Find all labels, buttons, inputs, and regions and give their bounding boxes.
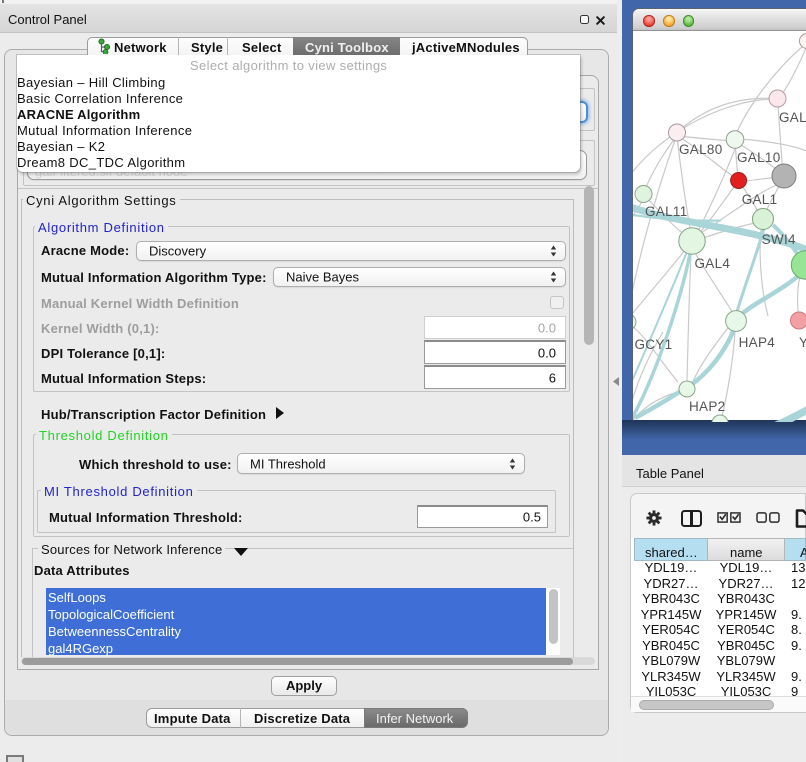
svg-text:HAP2: HAP2 [689,399,725,414]
svg-text:SWI4: SWI4 [762,232,796,247]
svg-text:GAL11: GAL11 [645,204,688,219]
svg-text:GAL10: GAL10 [737,150,781,165]
svg-text:GAL7: GAL7 [779,110,806,125]
svg-text:GAL1: GAL1 [742,192,778,207]
svg-text:GAL4: GAL4 [695,256,731,271]
svg-text:GCY1: GCY1 [635,337,673,352]
svg-text:HAP4: HAP4 [739,335,776,350]
svg-text:GAL80: GAL80 [679,142,723,157]
svg-text:YM: YM [799,335,806,350]
